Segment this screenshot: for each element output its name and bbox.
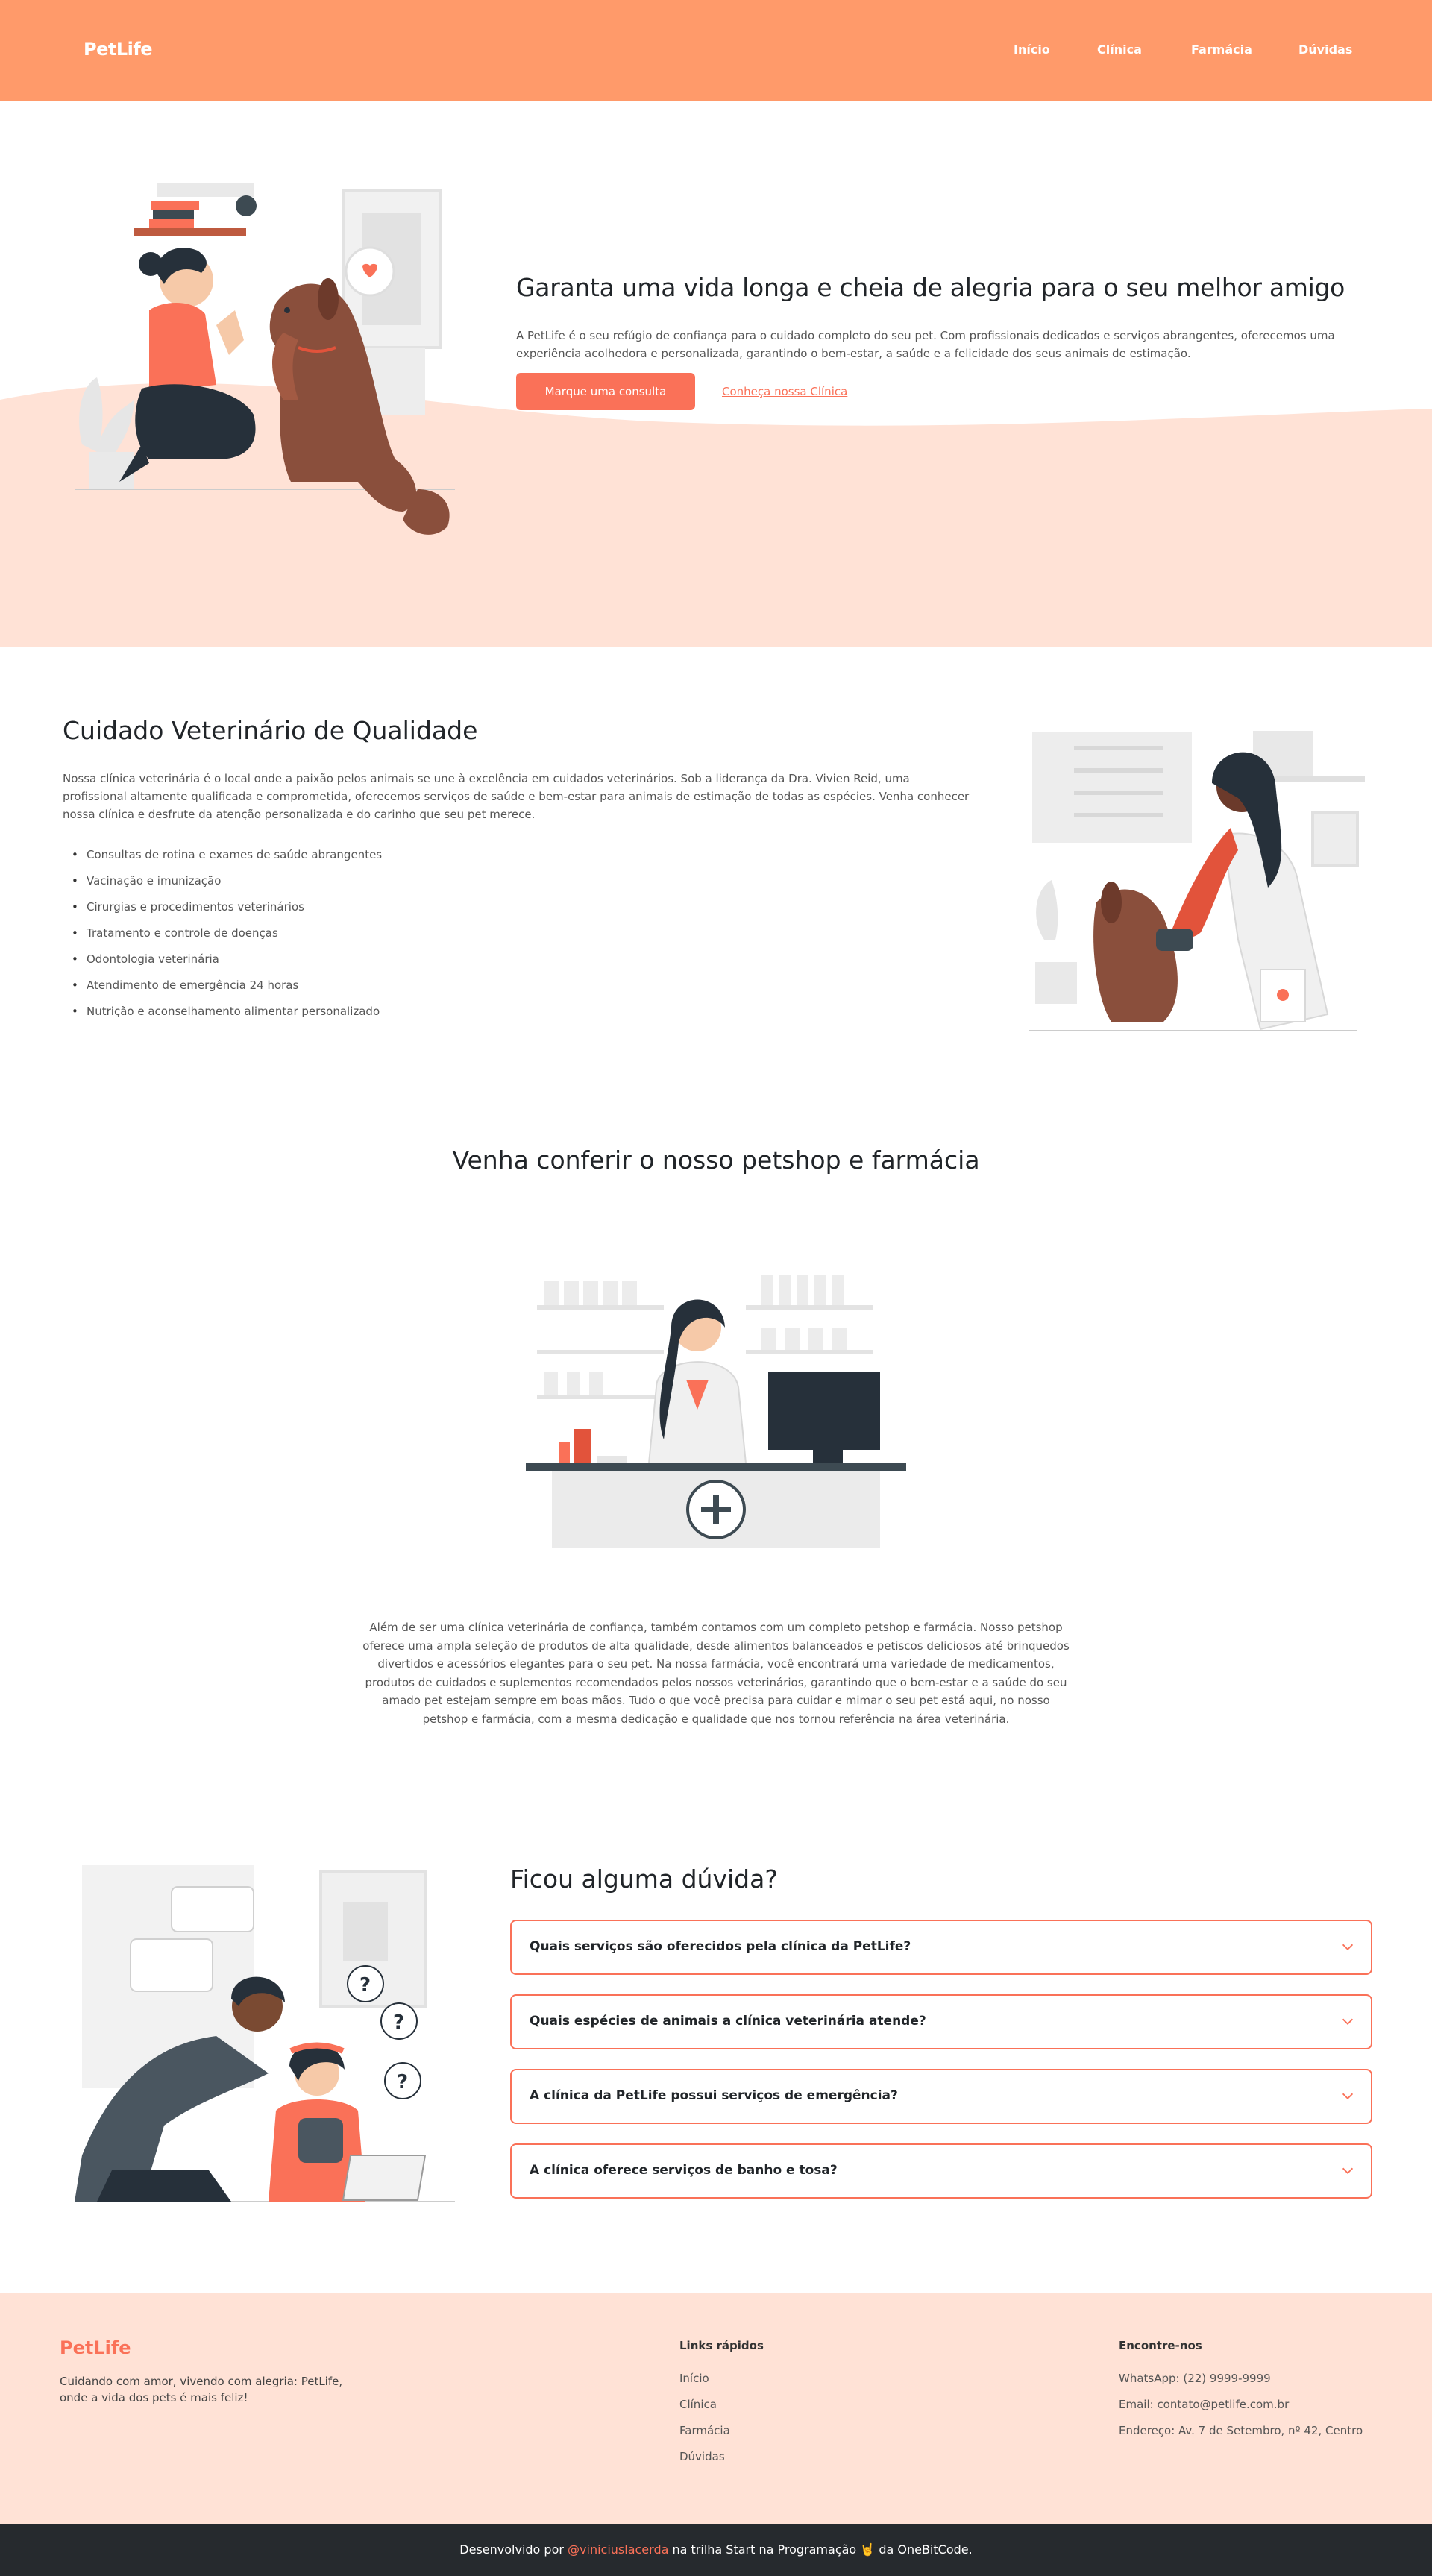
petshop-title: Venha conferir o nosso petshop e farmáci… — [452, 1146, 980, 1175]
services-list: Consultas de rotina e exames de saúde ab… — [63, 846, 734, 1028]
chevron-down-icon[interactable] — [1340, 1939, 1356, 1955]
nav-link-farmacia[interactable]: Farmácia — [1191, 43, 1252, 57]
footer-link-farmacia[interactable]: Farmácia — [679, 2424, 730, 2437]
rock-hand-icon: 🤘 — [860, 2542, 876, 2557]
list-item: Tratamento e controle de doenças — [63, 924, 734, 950]
svg-text:?: ? — [393, 2011, 404, 2034]
know-clinic-link[interactable]: Conheça nossa Clínica — [722, 385, 847, 398]
list-item: Nutrição e aconselhamento alimentar pers… — [63, 1002, 734, 1028]
chevron-down-icon[interactable] — [1340, 2014, 1356, 2030]
list-item: Atendimento de emergência 24 horas — [63, 976, 734, 1002]
svg-text:?: ? — [359, 1974, 371, 1997]
faq-item-grooming[interactable]: A clínica oferece serviços de banho e to… — [510, 2143, 1372, 2199]
nav-link-inicio[interactable]: Início — [1014, 43, 1050, 57]
faq-question: A clínica da PetLife possui serviços de … — [530, 2088, 898, 2103]
faq-title: Ficou alguma dúvida? — [510, 1865, 778, 1894]
faq-question: Quais espécies de animais a clínica vete… — [530, 2014, 926, 2029]
navbar: PetLife Início Clínica Farmácia Dúvidas — [0, 0, 1432, 101]
author-link[interactable]: @viniciuslacerda — [568, 2542, 668, 2557]
list-item: Vacinação e imunização — [63, 872, 734, 898]
footer-link-inicio[interactable]: Início — [679, 2372, 709, 2385]
quick-links-heading: Links rápidos — [679, 2339, 764, 2352]
contact-whatsapp: WhatsApp: (22) 9999-9999 — [1119, 2372, 1271, 2385]
footer: PetLife Cuidando com amor, vivendo com a… — [0, 2293, 1432, 2524]
footer-link-clinica[interactable]: Clínica — [679, 2398, 717, 2411]
footer-link-duvidas[interactable]: Dúvidas — [679, 2450, 725, 2463]
chevron-down-icon[interactable] — [1340, 2088, 1356, 2105]
petshop-description: Além de ser uma clínica veterinária de c… — [362, 1621, 1070, 1726]
clinic-title: Cuidado Veterinário de Qualidade — [63, 716, 478, 745]
book-appointment-button[interactable]: Marque uma consulta — [516, 373, 695, 410]
pharmacist-illustration — [526, 1275, 906, 1548]
vet-with-dog-illustration — [1029, 731, 1365, 1031]
faq-item-species[interactable]: Quais espécies de animais a clínica vete… — [510, 1994, 1372, 2049]
clinic-description: Nossa clínica veterinária é o local onde… — [63, 772, 970, 821]
navbar-brand[interactable]: PetLife — [84, 39, 153, 60]
contact-email: Email: contato@petlife.com.br — [1119, 2398, 1290, 2411]
list-item: Odontologia veterinária — [63, 950, 734, 976]
family-questions-illustration: ? ? ? — [75, 1865, 455, 2202]
hero-section: Garanta uma vida longa e cheia de alegri… — [0, 101, 1432, 647]
hero-title: Garanta uma vida longa e cheia de alegri… — [516, 273, 1345, 302]
faq-item-services[interactable]: Quais serviços são oferecidos pela clíni… — [510, 1920, 1372, 1975]
credits-bar: Desenvolvido por @viniciuslacerda na tri… — [0, 2524, 1432, 2576]
faq-question: A clínica oferece serviços de banho e to… — [530, 2163, 838, 2178]
nav-link-clinica[interactable]: Clínica — [1097, 43, 1142, 57]
faq-item-emergency[interactable]: A clínica da PetLife possui serviços de … — [510, 2069, 1372, 2124]
footer-brand[interactable]: PetLife — [60, 2337, 131, 2358]
list-item: Cirurgias e procedimentos veterinários — [63, 898, 734, 924]
woman-with-dog-illustration — [75, 183, 455, 535]
credits-middle: na trilha Start na Programação — [672, 2542, 857, 2557]
footer-tagline: Cuidando com amor, vivendo com alegria: … — [60, 2375, 343, 2404]
contact-address: Endereço: Av. 7 de Setembro, nº 42, Cent… — [1119, 2424, 1363, 2437]
hero-description: A PetLife é o seu refúgio de confiança p… — [516, 329, 1335, 360]
contact-heading: Encontre-nos — [1119, 2339, 1202, 2352]
credits-suffix: da OneBitCode. — [879, 2542, 973, 2557]
chevron-down-icon[interactable] — [1340, 2163, 1356, 2179]
svg-text:?: ? — [397, 2071, 408, 2093]
nav-link-duvidas[interactable]: Dúvidas — [1298, 43, 1352, 57]
list-item: Consultas de rotina e exames de saúde ab… — [63, 846, 734, 872]
faq-question: Quais serviços são oferecidos pela clíni… — [530, 1939, 911, 1954]
credits-prefix: Desenvolvido por — [459, 2542, 564, 2557]
